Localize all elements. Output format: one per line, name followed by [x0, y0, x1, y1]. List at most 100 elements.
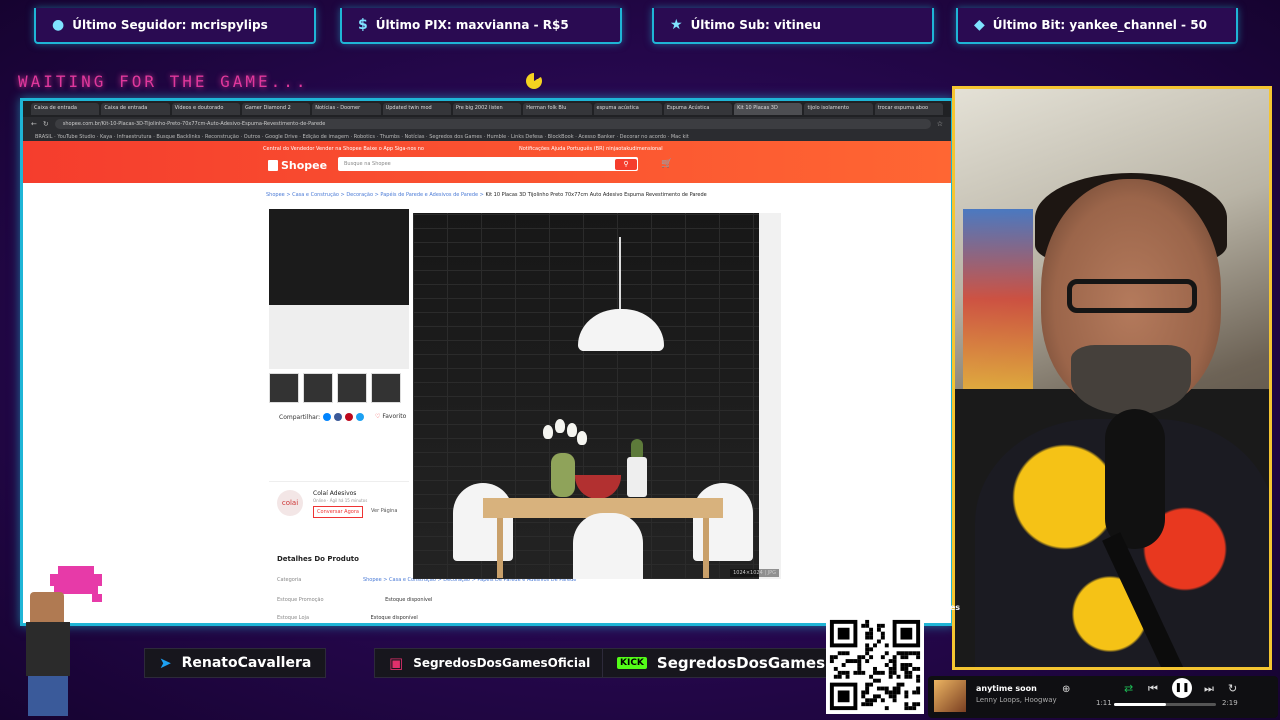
browser-tab[interactable]: Updated twin mod — [382, 103, 451, 115]
track-artist: Lenny Loops, Hoogway — [976, 696, 1057, 704]
reload-icon[interactable]: ↻ — [43, 120, 49, 128]
view-shop-button[interactable]: Ver Página — [371, 508, 397, 514]
breadcrumb[interactable]: Shopee > Casa e Construção > Decoração >… — [266, 192, 707, 198]
browser-tab[interactable]: Caixa de entrada — [31, 103, 100, 115]
shopee-top-links[interactable]: Central do Vendedor Vender na Shopee Bai… — [263, 146, 424, 152]
pause-button[interactable]: ❚❚ — [1172, 678, 1192, 698]
social-instagram[interactable]: ▣ SegredosDosGamesOficial — [374, 648, 606, 678]
thumbnail[interactable] — [303, 373, 333, 403]
social-kick[interactable]: KICK SegredosDosGames — [602, 648, 841, 678]
shopee-logo[interactable]: Shopee — [268, 159, 327, 172]
browser-tab[interactable]: Gamer Diamond 2 — [241, 103, 311, 115]
share-row: Compartilhar: — [279, 413, 365, 421]
messenger-icon[interactable] — [323, 413, 332, 421]
beard — [1071, 345, 1191, 415]
pinterest-icon[interactable] — [345, 413, 354, 421]
kick-icon: KICK — [617, 657, 647, 669]
webcam-feed — [952, 86, 1272, 670]
chair — [693, 483, 753, 561]
seller-status: Online · Ágil há 15 minutos — [313, 498, 368, 503]
pacman-icon — [526, 73, 542, 89]
chat-now-button[interactable]: Conversar Agora — [313, 506, 363, 518]
table-leg — [497, 518, 503, 578]
social-handle: RenatoCavallera — [181, 655, 312, 671]
shopee-account-links[interactable]: Notificações Ajuda Português (BR) ninjao… — [519, 146, 663, 152]
shuffle-icon[interactable]: ⇄ — [1124, 682, 1133, 695]
pendant-lamp — [578, 309, 664, 351]
search-button[interactable]: ⚲ — [615, 159, 637, 170]
browser-window: Caixa de entrada Caixa de entrada Vídeos e… — [20, 98, 954, 626]
browser-tab[interactable]: Espuma Acústica — [663, 103, 733, 115]
browser-tab[interactable]: Notícias - Doomer — [312, 103, 381, 115]
thumbnail[interactable] — [337, 373, 367, 403]
favorite-button[interactable]: ♡ Favorito — [375, 413, 406, 420]
detail-value: Estoque disponível — [370, 615, 418, 621]
browser-tab[interactable]: Pre big 2002 listen — [452, 103, 522, 115]
glasses — [1067, 279, 1197, 313]
twitter-icon: ➤ — [159, 654, 172, 672]
pixel-character — [8, 592, 88, 720]
chair — [453, 483, 513, 561]
breadcrumb-links[interactable]: Shopee > Casa e Construção > Decoração >… — [266, 192, 484, 198]
social-handle: SegredosDosGamesOficial — [413, 656, 591, 670]
shopee-header: Central do Vendedor Vender na Shopee Bai… — [23, 141, 951, 183]
browser-tab[interactable]: Caixa de entrada — [101, 103, 170, 115]
previous-icon[interactable]: ⏮ — [1148, 682, 1158, 696]
browser-tab[interactable]: espuma acústica — [593, 103, 662, 115]
favorite-label: Favorito — [382, 413, 407, 420]
cart-icon[interactable]: 🛒 — [661, 159, 672, 169]
back-icon[interactable]: ← — [31, 120, 37, 128]
social-twitter[interactable]: ➤ RenatoCavallera — [144, 648, 327, 678]
twitter-share-icon[interactable] — [356, 413, 365, 421]
product-zoom-image[interactable]: 1024×1024 | JPG — [413, 213, 781, 579]
browser-tab[interactable]: Herman folk Blu — [523, 103, 592, 115]
image-size-caption: 1024×1024 | JPG — [730, 569, 779, 577]
alert-last-pix: $ Último PIX: maxvianna - R$5 — [340, 8, 622, 44]
heart-icon: ♡ — [375, 413, 381, 420]
url-field[interactable]: shopee.com.br/Kit-10-Placas-3D-Tijolinho… — [54, 119, 931, 129]
total-time: 2:19 — [1222, 699, 1238, 707]
user-icon: ● — [52, 17, 65, 33]
product-thumbnails — [269, 373, 401, 403]
alert-text: Último Sub: vitineu — [690, 18, 821, 32]
album-art — [934, 680, 966, 712]
facebook-icon[interactable] — [334, 413, 343, 421]
repeat-icon[interactable]: ↻ — [1228, 682, 1237, 695]
add-icon[interactable]: ⊕ — [1062, 684, 1070, 695]
browser-tab[interactable]: tijolo isolamento — [804, 103, 873, 115]
details-title: Detalhes Do Produto — [277, 555, 359, 563]
star-bookmark-icon[interactable]: ☆ — [937, 120, 943, 128]
seller-avatar[interactable]: colai — [277, 490, 303, 516]
qr-label: livepix.gg/segredosdosgames — [826, 603, 961, 612]
thumbnail[interactable] — [371, 373, 401, 403]
qr-code[interactable] — [826, 616, 924, 714]
music-player: anytime soon Lenny Loops, Hoogway ⊕ ⇄ ⏮ … — [928, 676, 1278, 718]
detail-label: Categoria — [277, 577, 302, 583]
fruit-bowl — [575, 475, 621, 499]
alert-text: Último Seguidor: mcrispylips — [72, 18, 268, 32]
progress-bar[interactable] — [1114, 703, 1216, 706]
breadcrumb-current: Kit 10 Placas 3D Tijolinho Preto 70x77cm… — [485, 192, 707, 198]
browser-tab[interactable]: Kit 10 Placas 3D — [734, 103, 803, 115]
pot — [627, 457, 647, 497]
instagram-icon: ▣ — [389, 654, 404, 672]
browser-tab-strip: Caixa de entrada Caixa de entrada Vídeos e… — [23, 101, 951, 117]
seller-name[interactable]: Colaí Adesivos — [313, 490, 356, 497]
next-icon[interactable]: ⏭ — [1204, 682, 1214, 696]
browser-tab[interactable]: Vídeos e doutorado — [171, 103, 240, 115]
window-detail — [759, 213, 781, 579]
search-input[interactable]: Busque na Shopee — [338, 157, 638, 171]
product-main-image[interactable] — [269, 209, 409, 369]
detail-label: Estoque Promoção — [277, 597, 324, 603]
social-handle: SegredosDosGames — [656, 654, 826, 672]
track-title: anytime soon — [976, 684, 1037, 693]
search-icon: ⚲ — [623, 160, 629, 168]
detail-row: Estoque Promoção Estoque disponível — [277, 597, 432, 603]
detail-value: Estoque disponível — [385, 597, 433, 603]
diamond-icon: ◆ — [974, 17, 985, 33]
address-bar: ← ↻ shopee.com.br/Kit-10-Placas-3D-Tijol… — [23, 117, 951, 131]
browser-tab[interactable]: trocar espuma aboo — [874, 103, 944, 115]
detail-label: Estoque Loja — [277, 615, 310, 621]
thumbnail[interactable] — [269, 373, 299, 403]
alert-last-follower: ● Último Seguidor: mcrispylips — [34, 8, 316, 44]
